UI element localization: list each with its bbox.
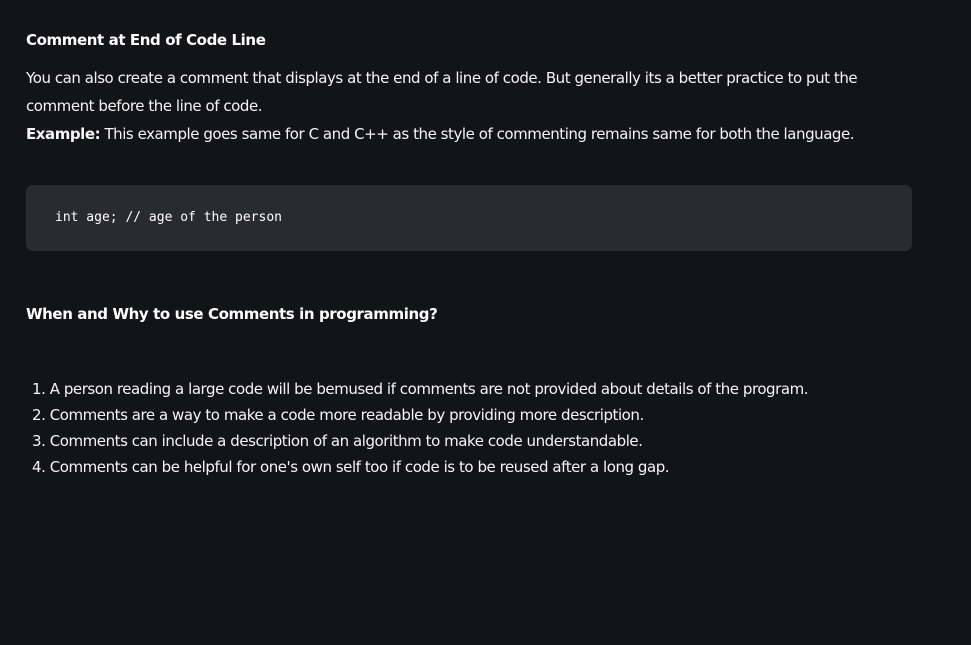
list-item: 1. A person reading a large code will be…: [32, 380, 809, 398]
section-heading-when-why: When and Why to use Comments in programm…: [26, 305, 438, 323]
list-item: 4. Comments can be helpful for one's own…: [32, 458, 670, 476]
code-line[interactable]: int age; // age of the person: [55, 208, 282, 228]
example-text: This example goes same for C and C++ as …: [100, 125, 855, 143]
reasons-list: 1. A person reading a large code will be…: [32, 376, 809, 480]
example-label: Example:: [26, 125, 101, 143]
intro-paragraph: You can also create a comment that displ…: [26, 69, 858, 115]
code-block[interactable]: int age; // age of the person: [26, 185, 912, 251]
section-heading-end-of-line: Comment at End of Code Line: [26, 31, 266, 49]
list-item: 2. Comments are a way to make a code mor…: [32, 406, 644, 424]
example-paragraph: Example: This example goes same for C an…: [26, 120, 926, 148]
list-item: 3. Comments can include a description of…: [32, 432, 643, 450]
article-content: Comment at End of Code Line You can also…: [0, 0, 971, 645]
